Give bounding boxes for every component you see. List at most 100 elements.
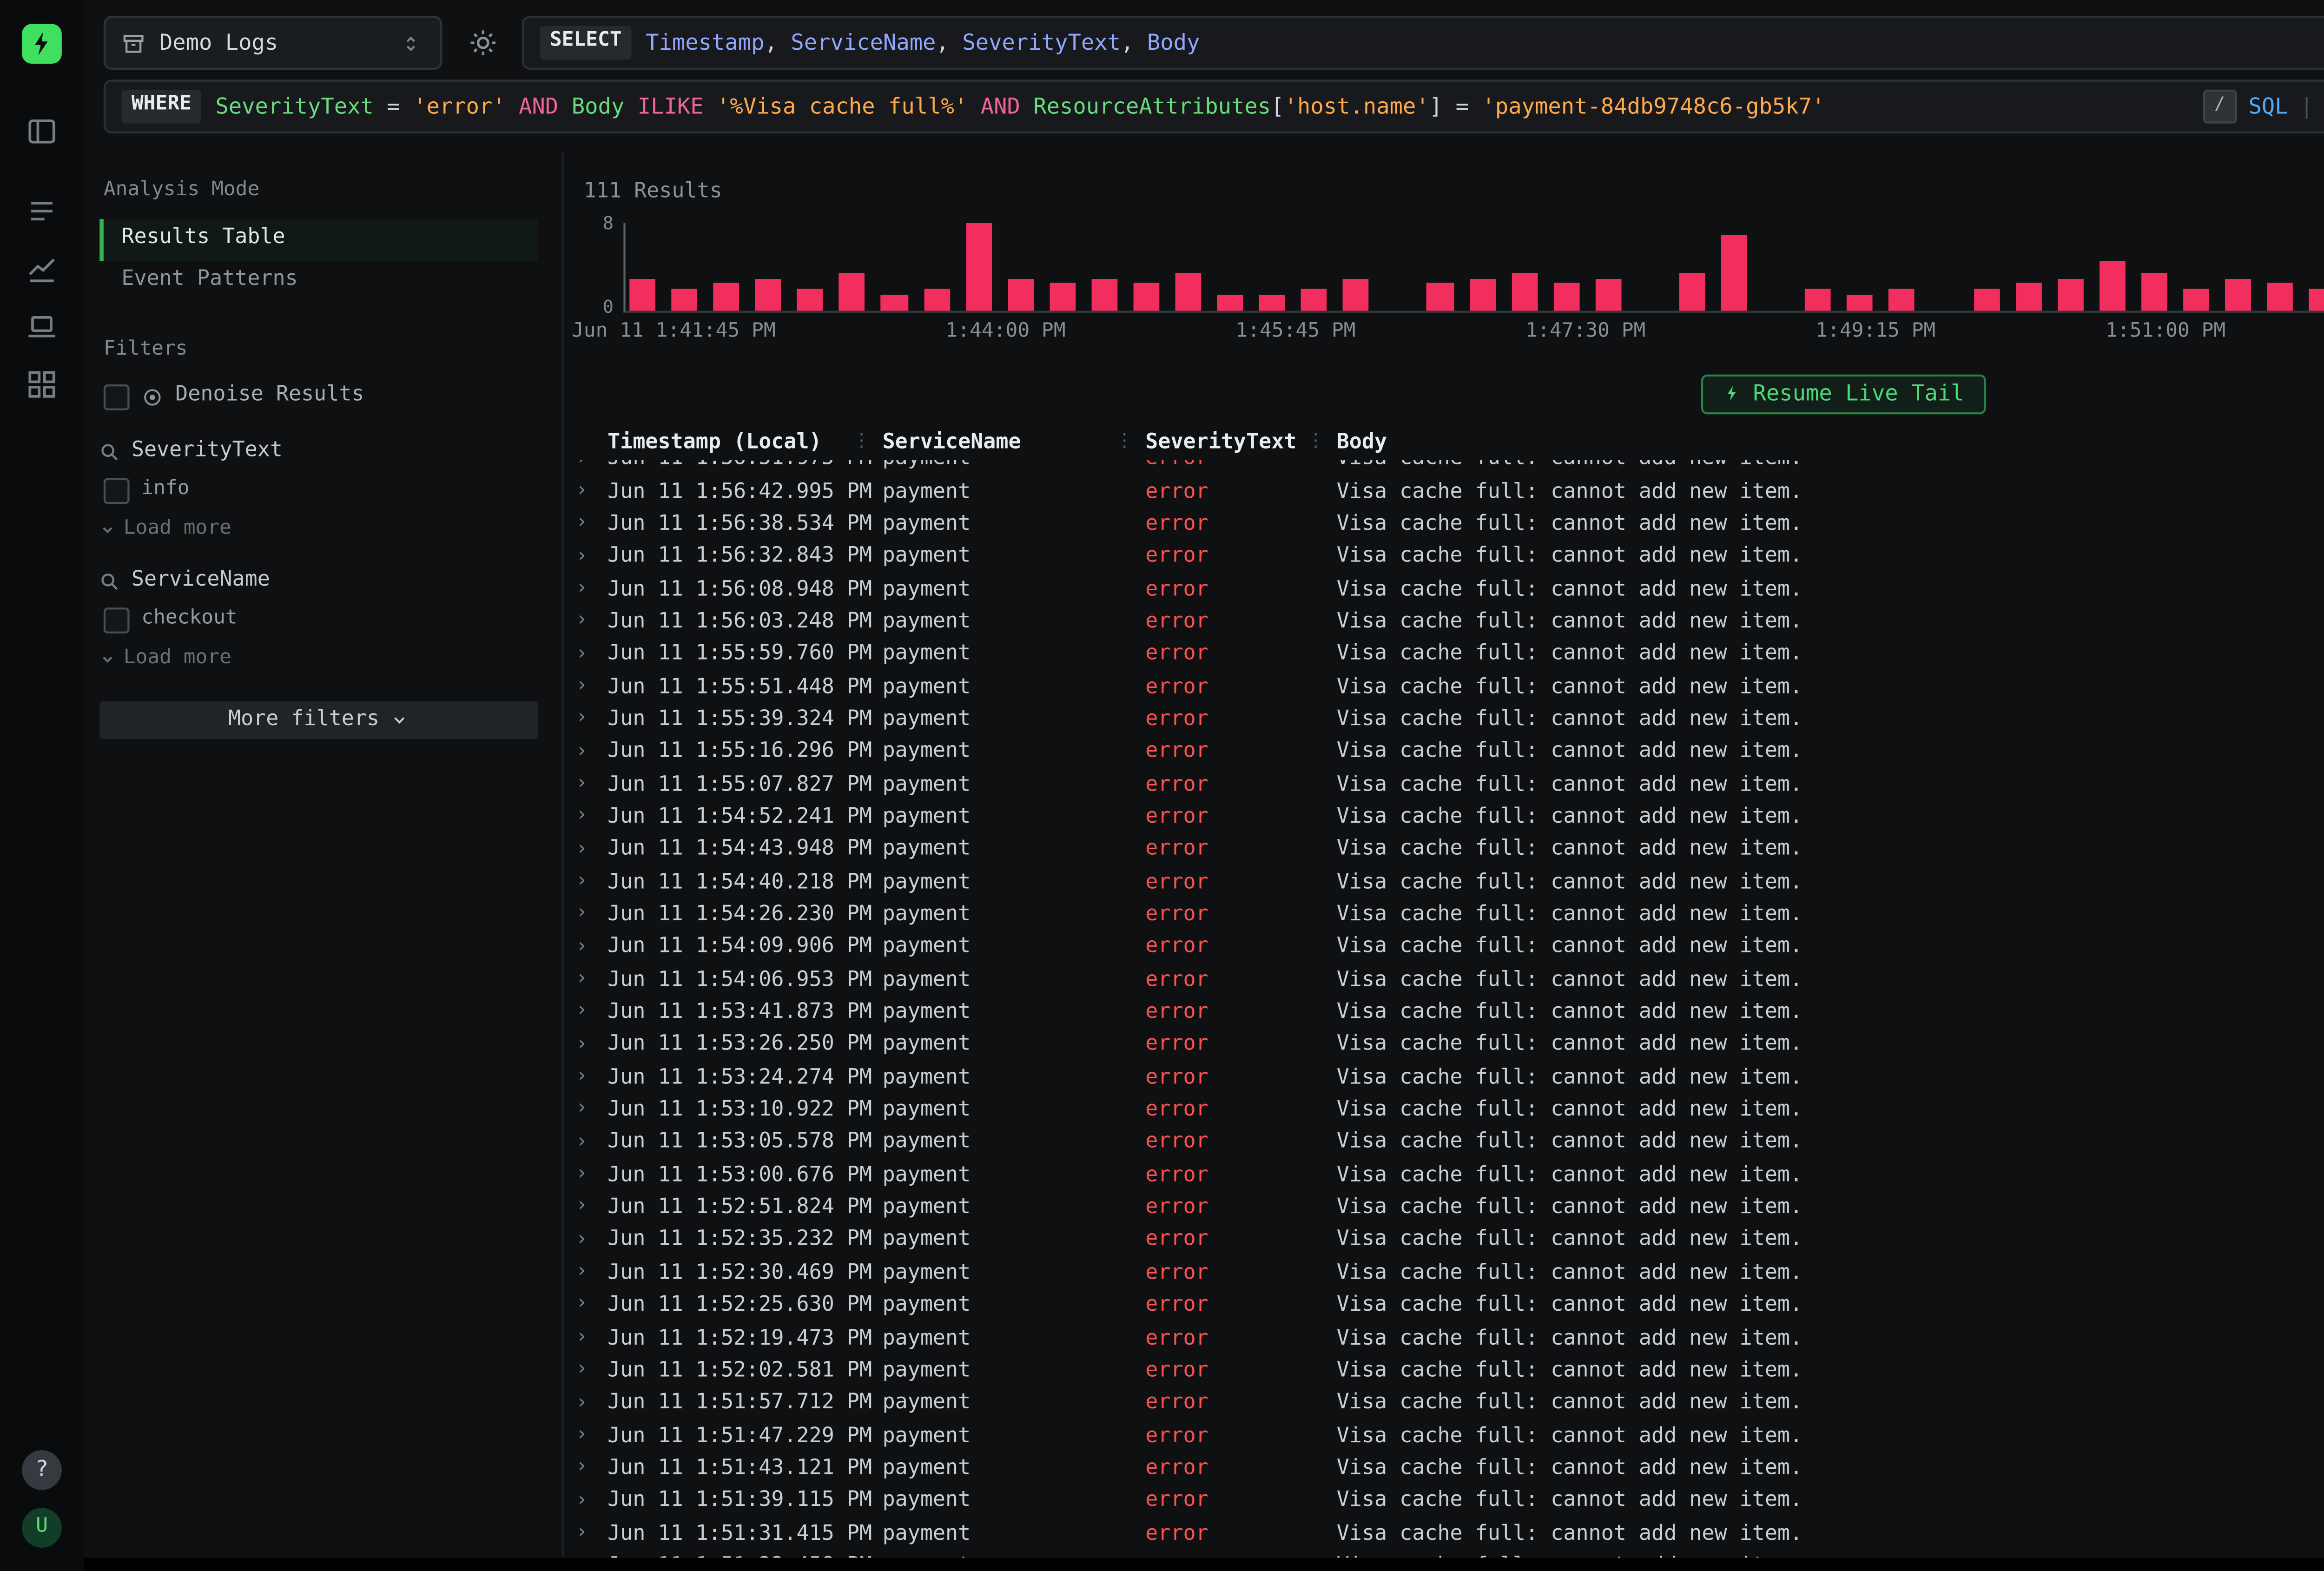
list-icon[interactable] (26, 195, 58, 227)
where-query-input[interactable]: WHERE SeverityText = 'error' AND Body IL… (104, 79, 2324, 133)
histogram-bar[interactable] (1133, 284, 1159, 311)
histogram-bar[interactable] (924, 289, 950, 311)
denoise-results-option[interactable]: Denoise Results (104, 376, 538, 416)
row-expand-chevron[interactable]: › (576, 1033, 608, 1058)
row-expand-chevron[interactable]: › (576, 1424, 608, 1449)
histogram-bar[interactable] (798, 289, 824, 311)
row-expand-chevron[interactable]: › (576, 512, 608, 537)
table-row[interactable]: › Jun 11 1:52:30.469 PM payment error Vi… (564, 1257, 2324, 1290)
row-expand-chevron[interactable]: › (576, 675, 608, 700)
user-avatar[interactable]: U (22, 1508, 62, 1548)
histogram-plot[interactable] (623, 224, 2324, 313)
denoise-checkbox[interactable] (104, 383, 130, 409)
row-expand-chevron[interactable]: › (576, 740, 608, 766)
table-row[interactable]: › Jun 11 1:54:52.241 PM payment error Vi… (564, 802, 2324, 834)
row-expand-chevron[interactable]: › (576, 1327, 608, 1352)
table-row[interactable]: › Jun 11 1:53:00.676 PM payment error Vi… (564, 1160, 2324, 1192)
row-expand-chevron[interactable]: › (576, 1228, 608, 1254)
source-selector[interactable]: Demo Logs (104, 16, 442, 70)
mode-event-patterns[interactable]: Event Patterns (99, 260, 538, 302)
table-row[interactable]: › Jun 11 1:55:51.448 PM payment error Vi… (564, 671, 2324, 704)
help-button[interactable]: ? (22, 1450, 62, 1490)
laptop-icon[interactable] (26, 311, 58, 343)
histogram-bar[interactable] (2267, 284, 2293, 311)
histogram-bar[interactable] (1259, 295, 1285, 311)
histogram-bar[interactable] (1805, 289, 1831, 311)
histogram-bar[interactable] (2099, 262, 2125, 311)
table-row[interactable]: › Jun 11 1:52:51.824 PM payment error Vi… (564, 1192, 2324, 1225)
sql-mode-button[interactable]: SQL (2248, 93, 2288, 120)
row-expand-chevron[interactable]: › (576, 1098, 608, 1123)
table-row[interactable]: › Jun 11 1:53:41.873 PM payment error Vi… (564, 997, 2324, 1030)
facet-option[interactable]: info (99, 474, 538, 508)
table-row[interactable]: › Jun 11 1:51:43.121 PM payment error Vi… (564, 1452, 2324, 1485)
resume-live-tail-button[interactable]: Resume Live Tail (1701, 374, 1986, 414)
table-row[interactable]: › Jun 11 1:53:05.578 PM payment error Vi… (564, 1127, 2324, 1160)
table-row[interactable]: › Jun 11 1:55:07.827 PM payment error Vi… (564, 769, 2324, 802)
table-row[interactable]: › Jun 11 1:55:16.296 PM payment error Vi… (564, 737, 2324, 769)
line-chart-icon[interactable] (26, 253, 58, 285)
row-expand-chevron[interactable]: › (576, 1131, 608, 1156)
table-row[interactable]: › Jun 11 1:54:06.953 PM payment error Vi… (564, 964, 2324, 997)
row-expand-chevron[interactable]: › (576, 610, 608, 635)
histogram-bar[interactable] (1511, 273, 1537, 311)
histogram-bar[interactable] (2015, 284, 2041, 311)
histogram-bar[interactable] (1175, 273, 1202, 311)
app-logo[interactable] (22, 24, 62, 64)
facet-header[interactable]: ServiceName (99, 564, 538, 600)
row-expand-chevron[interactable]: › (576, 968, 608, 993)
histogram-bar[interactable] (1847, 295, 1873, 311)
row-expand-chevron[interactable]: › (576, 838, 608, 863)
row-expand-chevron[interactable]: › (576, 1001, 608, 1026)
horizontal-scrollbar-track[interactable] (84, 1558, 2324, 1571)
dashboard-grid-icon[interactable] (26, 369, 58, 401)
table-row[interactable]: › Jun 11 1:54:26.230 PM payment error Vi… (564, 899, 2324, 932)
source-settings-button[interactable] (460, 21, 504, 65)
histogram-bar[interactable] (1595, 278, 1621, 311)
table-row[interactable]: › Jun 11 1:56:42.995 PM payment error Vi… (564, 476, 2324, 508)
table-row[interactable]: › Jun 11 1:53:26.250 PM payment error Vi… (564, 1030, 2324, 1062)
column-menu-icon[interactable]: ⋮ (1116, 432, 1145, 455)
row-expand-chevron[interactable]: › (576, 773, 608, 798)
column-menu-icon[interactable]: ⋮ (852, 432, 882, 455)
checkbox[interactable] (104, 607, 130, 634)
table-row[interactable]: › Jun 11 1:52:25.630 PM payment error Vi… (564, 1290, 2324, 1322)
table-row[interactable]: › Jun 11 1:52:19.473 PM payment error Vi… (564, 1322, 2324, 1355)
histogram-bar[interactable] (1679, 273, 1705, 311)
histogram-bar[interactable] (1889, 289, 1915, 311)
mode-results-table[interactable]: Results Table (99, 218, 538, 260)
facet-header[interactable]: SeverityText (99, 434, 538, 470)
row-expand-chevron[interactable]: › (576, 1196, 608, 1221)
histogram-bar[interactable] (672, 289, 698, 311)
histogram-bar[interactable] (2309, 289, 2324, 311)
checkbox[interactable] (104, 478, 130, 504)
load-more-button[interactable]: Load more (99, 514, 538, 546)
histogram-bar[interactable] (1050, 284, 1076, 311)
histogram-bar[interactable] (1091, 278, 1117, 311)
histogram-bar[interactable] (629, 278, 655, 311)
histogram-bar[interactable] (1553, 284, 1579, 311)
row-expand-chevron[interactable]: › (576, 1294, 608, 1319)
histogram-bar[interactable] (2183, 289, 2209, 311)
row-expand-chevron[interactable]: › (576, 708, 608, 733)
histogram-bar[interactable] (1301, 289, 1327, 311)
more-filters-button[interactable]: More filters (99, 701, 538, 739)
table-row[interactable]: › Jun 11 1:51:57.712 PM payment error Vi… (564, 1387, 2324, 1420)
row-expand-chevron[interactable]: › (576, 805, 608, 831)
histogram-bar[interactable] (713, 284, 739, 311)
histogram-bar[interactable] (2141, 273, 2167, 311)
row-expand-chevron[interactable]: › (576, 1489, 608, 1514)
histogram-bar[interactable] (755, 278, 781, 311)
select-query-input[interactable]: SELECT Timestamp, ServiceName, SeverityT… (522, 16, 2324, 70)
column-menu-icon[interactable]: ⋮ (1307, 432, 1336, 455)
histogram-bar[interactable] (839, 273, 865, 311)
table-row[interactable]: › Jun 11 1:55:39.324 PM payment error Vi… (564, 704, 2324, 736)
histogram-bar[interactable] (1343, 278, 1369, 311)
row-expand-chevron[interactable]: › (576, 1457, 608, 1482)
histogram-bar[interactable] (1973, 289, 1999, 311)
table-row[interactable]: › Jun 11 1:56:32.843 PM payment error Vi… (564, 541, 2324, 574)
table-row[interactable]: › Jun 11 1:56:08.948 PM payment error Vi… (564, 574, 2324, 606)
table-row[interactable]: › Jun 11 1:51:31.415 PM payment error Vi… (564, 1518, 2324, 1551)
row-expand-chevron[interactable]: › (576, 936, 608, 961)
row-expand-chevron[interactable]: › (576, 1163, 608, 1188)
